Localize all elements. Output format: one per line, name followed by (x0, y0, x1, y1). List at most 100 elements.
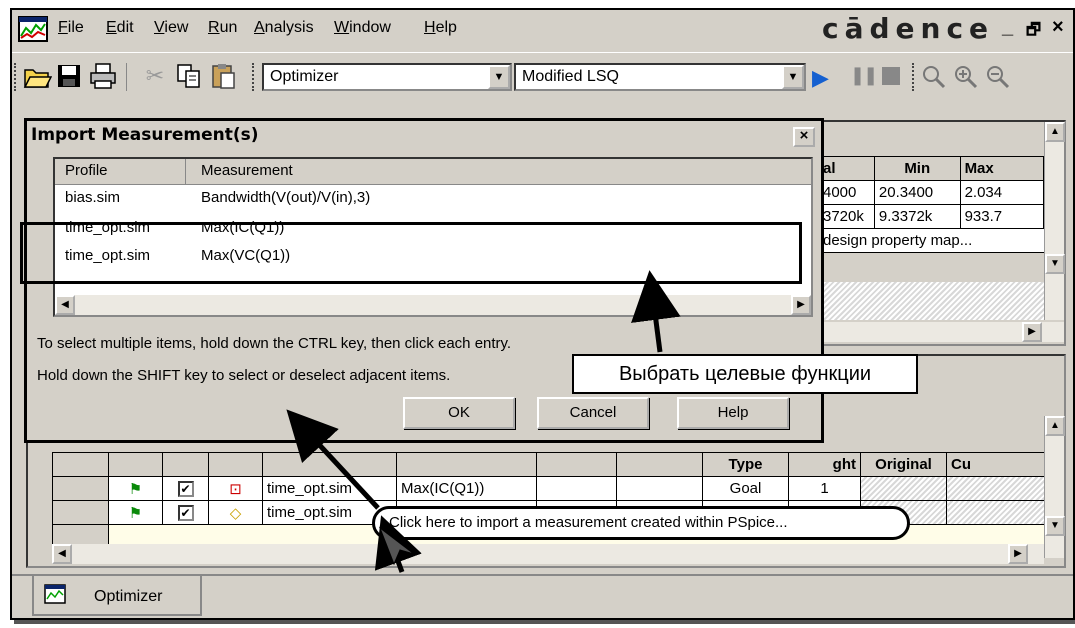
stop-icon[interactable] (882, 67, 900, 85)
flag-icon[interactable]: ⚑ (108, 500, 163, 525)
toolbar-grip-3 (912, 63, 916, 91)
enable-checkbox[interactable]: ✔ (162, 476, 209, 501)
hint-ctrl: To select multiple items, hold down the … (37, 335, 512, 352)
cell-min[interactable]: 20.3400 (873, 180, 961, 205)
toolbar: ✂ Optimizer ▼ Modified LSQ ▼ ▶ ❚❚ (12, 52, 1073, 100)
scroll-down-icon[interactable]: ▼ (1045, 254, 1065, 274)
engine-select-dropdown-icon[interactable]: ▼ (488, 65, 510, 89)
scroll-left-icon[interactable]: ◀ (55, 295, 75, 315)
cell-max[interactable]: 2.034 (959, 180, 1045, 205)
col-header-type[interactable]: Type (702, 452, 789, 477)
cell-max[interactable] (616, 476, 703, 501)
scroll-down-icon[interactable]: ▼ (1045, 516, 1065, 536)
table-row[interactable]: ⚑ ✔ ⊡ time_opt.sim Max(IC(Q1)) Goal 1 (52, 476, 1052, 501)
paste-icon[interactable] (208, 61, 238, 91)
col-header-min[interactable]: Min (873, 156, 961, 181)
minimize-button[interactable]: _ (1002, 16, 1013, 39)
ok-button[interactable]: OK (403, 397, 515, 429)
save-icon[interactable] (54, 61, 84, 91)
cell-min[interactable] (536, 476, 617, 501)
cell-current[interactable] (946, 476, 1052, 501)
col-divider[interactable] (185, 159, 186, 185)
hint-shift: Hold down the SHIFT key to select or des… (37, 367, 451, 384)
toolbar-grip[interactable] (14, 63, 18, 91)
close-button[interactable]: × (1052, 16, 1064, 39)
specifications-hscroll[interactable]: ◀ ▶ (52, 544, 1044, 564)
dialog-title: Import Measurement(s) (31, 125, 259, 145)
zoom-in-icon[interactable] (952, 63, 980, 91)
table-row[interactable]: 3720k 9.3372k 933.7 (818, 204, 1045, 229)
run-icon[interactable]: ▶ (812, 65, 829, 91)
restore-button[interactable]: 🗗 (1026, 19, 1041, 46)
cell-original[interactable]: 3720k (818, 204, 875, 229)
engine-select[interactable]: Optimizer ▼ (262, 63, 512, 91)
zoom-out-icon[interactable] (984, 63, 1012, 91)
parameters-table: al Min Max 4000 20.3400 2.034 3720k 9.33… (818, 156, 1045, 253)
toolbar-grip-2 (252, 63, 256, 91)
col-header-weight[interactable]: ght (788, 452, 861, 477)
col-header-enable (108, 452, 163, 477)
enable-checkbox[interactable]: ✔ (162, 500, 209, 525)
menu-window[interactable]: Window (334, 19, 391, 37)
pause-icon[interactable]: ❚❚ (850, 65, 878, 86)
cell-min[interactable]: 9.3372k (873, 204, 961, 229)
specifications-vscroll[interactable]: ▲ ▼ (1044, 416, 1065, 558)
item-profile: bias.sim (65, 189, 121, 206)
scroll-right-icon[interactable]: ▶ (1008, 544, 1028, 564)
import-measurement-link[interactable]: Click here to import a measurement creat… (372, 506, 910, 540)
print-icon[interactable] (88, 61, 118, 91)
row-header[interactable] (52, 500, 109, 525)
list-item[interactable]: bias.sim Bandwidth(V(out)/V(in),3) (55, 185, 811, 213)
cell-max[interactable]: 933.7 (959, 204, 1045, 229)
menu-edit[interactable]: Edit (106, 19, 134, 37)
flag-icon[interactable]: ⚑ (108, 476, 163, 501)
tab-optimizer[interactable]: Optimizer (32, 576, 202, 616)
algorithm-select-dropdown-icon[interactable]: ▼ (782, 65, 804, 89)
col-header-original[interactable]: al (818, 156, 875, 181)
copy-icon[interactable] (174, 61, 204, 91)
cell-measurement[interactable]: Max(IC(Q1)) (396, 476, 537, 501)
row-header[interactable] (52, 476, 109, 501)
scroll-right-icon[interactable]: ▶ (791, 295, 811, 315)
menu-view[interactable]: View (154, 19, 188, 37)
parameters-hscroll[interactable]: ▶ (818, 322, 1064, 342)
menu-run[interactable]: Run (208, 19, 237, 37)
algorithm-select-value: Modified LSQ (522, 68, 619, 85)
col-header-max[interactable]: Max (959, 156, 1045, 181)
col-header-profile[interactable]: Profile (65, 162, 108, 179)
menu-help[interactable]: Help (424, 19, 457, 37)
cell-original[interactable] (860, 476, 947, 501)
cut-icon[interactable]: ✂ (140, 61, 170, 91)
list-hscroll[interactable]: ◀ ▶ (55, 295, 811, 315)
col-header-measurement[interactable]: Measurement (201, 162, 293, 179)
menu-file[interactable]: File (58, 19, 84, 37)
col-header-current[interactable]: Cu (946, 452, 1052, 477)
optimizer-app-icon[interactable] (18, 16, 48, 42)
cell-profile[interactable]: time_opt.sim (262, 476, 397, 501)
dialog-close-button[interactable]: × (793, 127, 815, 147)
table-row[interactable]: design property map... (818, 228, 1044, 253)
scroll-up-icon[interactable]: ▲ (1045, 416, 1065, 436)
col-header-original[interactable]: Original (860, 452, 947, 477)
scroll-right-icon[interactable]: ▶ (1022, 322, 1042, 342)
parameters-vscroll[interactable]: ▲ ▼ (1044, 122, 1065, 320)
help-button[interactable]: Help (677, 397, 789, 429)
toolbar-separator (126, 63, 130, 91)
zoom-fit-icon[interactable] (920, 63, 948, 91)
max-goal-icon[interactable]: ◇ (208, 500, 263, 525)
algorithm-select[interactable]: Modified LSQ ▼ (514, 63, 806, 91)
table-row[interactable]: 4000 20.3400 2.034 (818, 180, 1045, 205)
col-header-type-icon (208, 452, 263, 477)
cell-type[interactable]: Goal (702, 476, 789, 501)
menu-analysis[interactable]: Analysis (254, 19, 314, 37)
scroll-left-icon[interactable]: ◀ (52, 544, 72, 564)
cell-weight[interactable]: 1 (788, 476, 861, 501)
max-goal-icon[interactable]: ⊡ (208, 476, 263, 501)
open-icon[interactable] (22, 61, 52, 91)
col-header-min (536, 452, 617, 477)
property-map-cell[interactable]: design property map... (818, 228, 1044, 253)
cancel-button[interactable]: Cancel (537, 397, 649, 429)
scroll-up-icon[interactable]: ▲ (1045, 122, 1065, 142)
cell-current[interactable] (946, 500, 1052, 525)
cell-original[interactable]: 4000 (818, 180, 875, 205)
